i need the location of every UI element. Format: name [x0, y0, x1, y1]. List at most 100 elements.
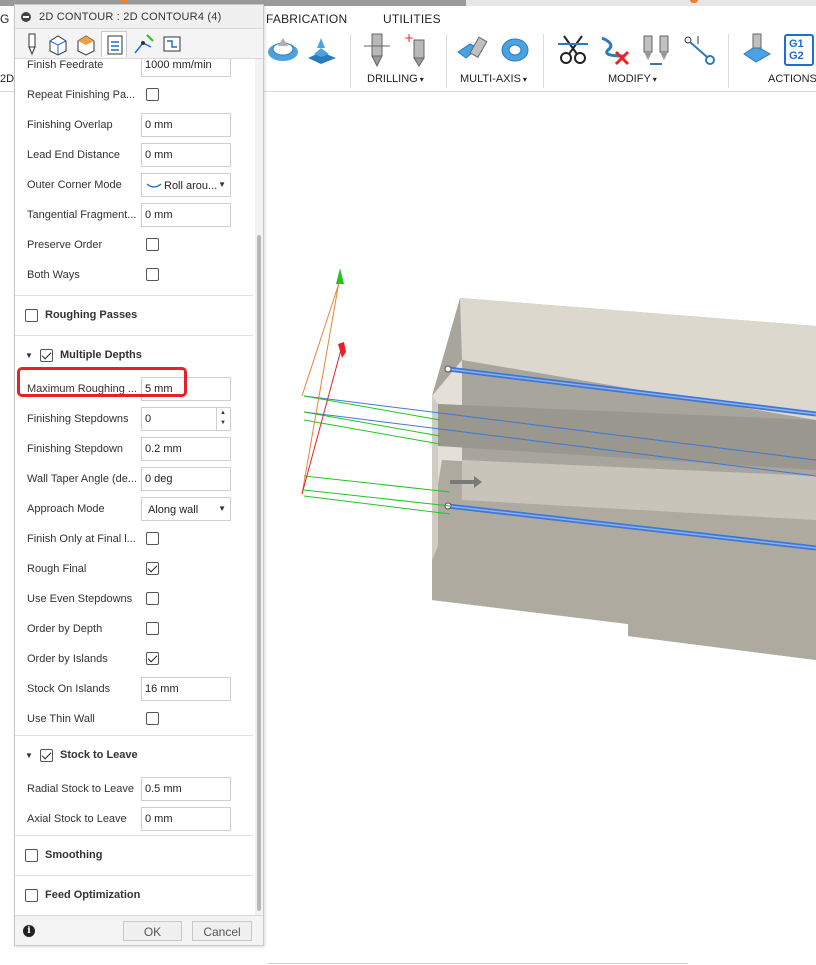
chevron-down-icon: ▼: [218, 504, 226, 513]
finish-only-at-final-checkbox[interactable]: [146, 532, 159, 545]
group-2d-label[interactable]: 2D: [0, 73, 14, 85]
finish-only-at-final-row: Finish Only at Final l...: [15, 524, 253, 554]
tab-tool-icon[interactable]: [19, 31, 45, 57]
stock-on-islands-row: Stock On Islands 16 mm: [15, 674, 253, 704]
slot-icon[interactable]: [304, 34, 338, 70]
lead-end-distance-row: Lead End Distance 0 mm: [15, 140, 253, 170]
part-model[interactable]: [432, 298, 816, 660]
outer-corner-mode-select[interactable]: Roll arou... ▼: [141, 173, 231, 197]
tab-partial[interactable]: G: [0, 12, 10, 26]
actions-menu[interactable]: ACTIONS: [768, 73, 816, 85]
roughing-passes-checkbox[interactable]: [25, 309, 38, 322]
tab-post-icon[interactable]: [159, 31, 185, 57]
finishing-overlap-input[interactable]: 0 mm: [141, 113, 231, 137]
maximum-roughing-input[interactable]: 5 mm: [141, 377, 231, 401]
order-by-islands-checkbox[interactable]: [146, 652, 159, 665]
post-process-icon[interactable]: G1 G2: [784, 34, 814, 66]
hole-recognition-icon[interactable]: +: [402, 31, 436, 68]
maximum-roughing-row: Maximum Roughing ... 5 mm: [15, 374, 253, 404]
tab-passes-icon[interactable]: [101, 31, 127, 57]
spin-down-icon[interactable]: ▼: [220, 420, 226, 426]
simulate-icon[interactable]: [740, 32, 774, 68]
outer-corner-mode-row: Outer Corner Mode Roll arou... ▼: [15, 170, 253, 200]
field-label: Outer Corner Mode: [27, 179, 122, 191]
chevron-down-icon: ▼: [218, 180, 226, 189]
smoothing-section[interactable]: Smoothing: [15, 835, 253, 875]
smoothing-checkbox[interactable]: [25, 849, 38, 862]
drilling-menu[interactable]: DRILLING: [367, 73, 418, 85]
cancel-button[interactable]: Cancel: [192, 921, 252, 941]
finishing-stepdowns-spinner[interactable]: 0 ▲ ▼: [141, 407, 231, 431]
multi-axis-menu[interactable]: MULTI-AXIS: [460, 73, 521, 85]
finishing-stepdowns-row: Finishing Stepdowns 0 ▲ ▼: [15, 404, 253, 434]
tab-heights-icon[interactable]: [73, 31, 99, 57]
rotary-icon[interactable]: [498, 32, 532, 68]
axis-triad: [301, 268, 346, 495]
field-label: Rough Final: [27, 563, 87, 575]
wall-taper-angle-input[interactable]: 0 deg: [141, 467, 231, 491]
stock-to-leave-checkbox[interactable]: [40, 749, 53, 762]
collapse-triangle-icon[interactable]: ▼: [25, 751, 33, 760]
section-title: Feed Optimization: [45, 889, 141, 901]
pocket-icon[interactable]: [266, 34, 300, 70]
finish-feedrate-input[interactable]: 1000 mm/min: [141, 59, 231, 77]
spin-up-icon[interactable]: ▲: [220, 410, 226, 416]
g2-text: G2: [789, 50, 804, 62]
delete-toolpath-icon[interactable]: [598, 32, 632, 68]
use-even-stepdowns-checkbox[interactable]: [146, 592, 159, 605]
tab-geometry-icon[interactable]: [45, 31, 71, 57]
dialog-body[interactable]: Finish Feedrate 1000 mm/min Repeat Finis…: [15, 59, 263, 915]
order-by-depth-checkbox[interactable]: [146, 622, 159, 635]
roughing-passes-section[interactable]: Roughing Passes: [15, 295, 253, 335]
finishing-overlap-row: Finishing Overlap 0 mm: [15, 110, 253, 140]
section-title: Stock to Leave: [60, 749, 138, 761]
lead-end-distance-input[interactable]: 0 mm: [141, 143, 231, 167]
collapse-triangle-icon[interactable]: ▼: [25, 351, 33, 360]
both-ways-row: Both Ways: [15, 260, 253, 290]
axial-stock-input[interactable]: 0 mm: [141, 807, 231, 831]
tangential-fragment-row: Tangential Fragment... 0 mm: [15, 200, 253, 230]
radial-stock-input[interactable]: 0.5 mm: [141, 777, 231, 801]
field-label: Approach Mode: [27, 503, 105, 515]
field-label: Stock On Islands: [27, 683, 111, 695]
finishing-stepdown-input[interactable]: 0.2 mm: [141, 437, 231, 461]
path-points-icon[interactable]: [682, 32, 716, 68]
tangential-fragment-input[interactable]: 0 mm: [141, 203, 231, 227]
tab-utilities[interactable]: UTILITIES: [383, 12, 441, 26]
field-label: Finishing Stepdowns: [27, 413, 129, 425]
modify-menu[interactable]: MODIFY: [608, 73, 651, 85]
g1-text: G1: [789, 38, 804, 50]
multiple-depths-section[interactable]: ▼ Multiple Depths: [15, 335, 253, 375]
collapse-icon[interactable]: [21, 12, 31, 22]
tab-linking-icon[interactable]: [131, 31, 157, 57]
use-thin-wall-checkbox[interactable]: [146, 712, 159, 725]
preserve-order-checkbox[interactable]: [146, 238, 159, 251]
repeat-finishing-checkbox[interactable]: [146, 88, 159, 101]
scissors-icon[interactable]: [556, 32, 590, 68]
stock-on-islands-input[interactable]: 16 mm: [141, 677, 231, 701]
rough-final-checkbox[interactable]: [146, 562, 159, 575]
dialog-title-bar[interactable]: 2D CONTOUR : 2D CONTOUR4 (4): [15, 5, 263, 29]
multiple-depths-checkbox[interactable]: [40, 349, 53, 362]
field-label: Order by Islands: [27, 653, 108, 665]
stock-to-leave-section[interactable]: ▼ Stock to Leave: [15, 735, 253, 775]
3d-viewport[interactable]: [264, 92, 816, 965]
drill-icon[interactable]: [360, 32, 394, 68]
both-ways-checkbox[interactable]: [146, 268, 159, 281]
tab-fabrication[interactable]: FABRICATION: [266, 12, 347, 26]
tool-compare-icon[interactable]: [640, 32, 674, 68]
repeat-finishing-row: Repeat Finishing Pa...: [15, 80, 253, 110]
feed-optimization-checkbox[interactable]: [25, 889, 38, 902]
divider: [268, 963, 688, 964]
rough-final-row: Rough Final: [15, 554, 253, 584]
ok-button[interactable]: OK: [123, 921, 182, 941]
feed-optimization-section[interactable]: Feed Optimization: [15, 875, 253, 915]
section-title: Smoothing: [45, 849, 103, 861]
scrollbar-thumb[interactable]: [257, 235, 261, 911]
info-icon[interactable]: i: [23, 925, 35, 937]
approach-mode-select[interactable]: Along wall ▼: [141, 497, 231, 521]
swarf-icon[interactable]: [456, 32, 490, 68]
field-label: Maximum Roughing ...: [27, 383, 137, 395]
field-label: Lead End Distance: [27, 149, 120, 161]
dialog-title: 2D CONTOUR : 2D CONTOUR4 (4): [39, 11, 222, 23]
